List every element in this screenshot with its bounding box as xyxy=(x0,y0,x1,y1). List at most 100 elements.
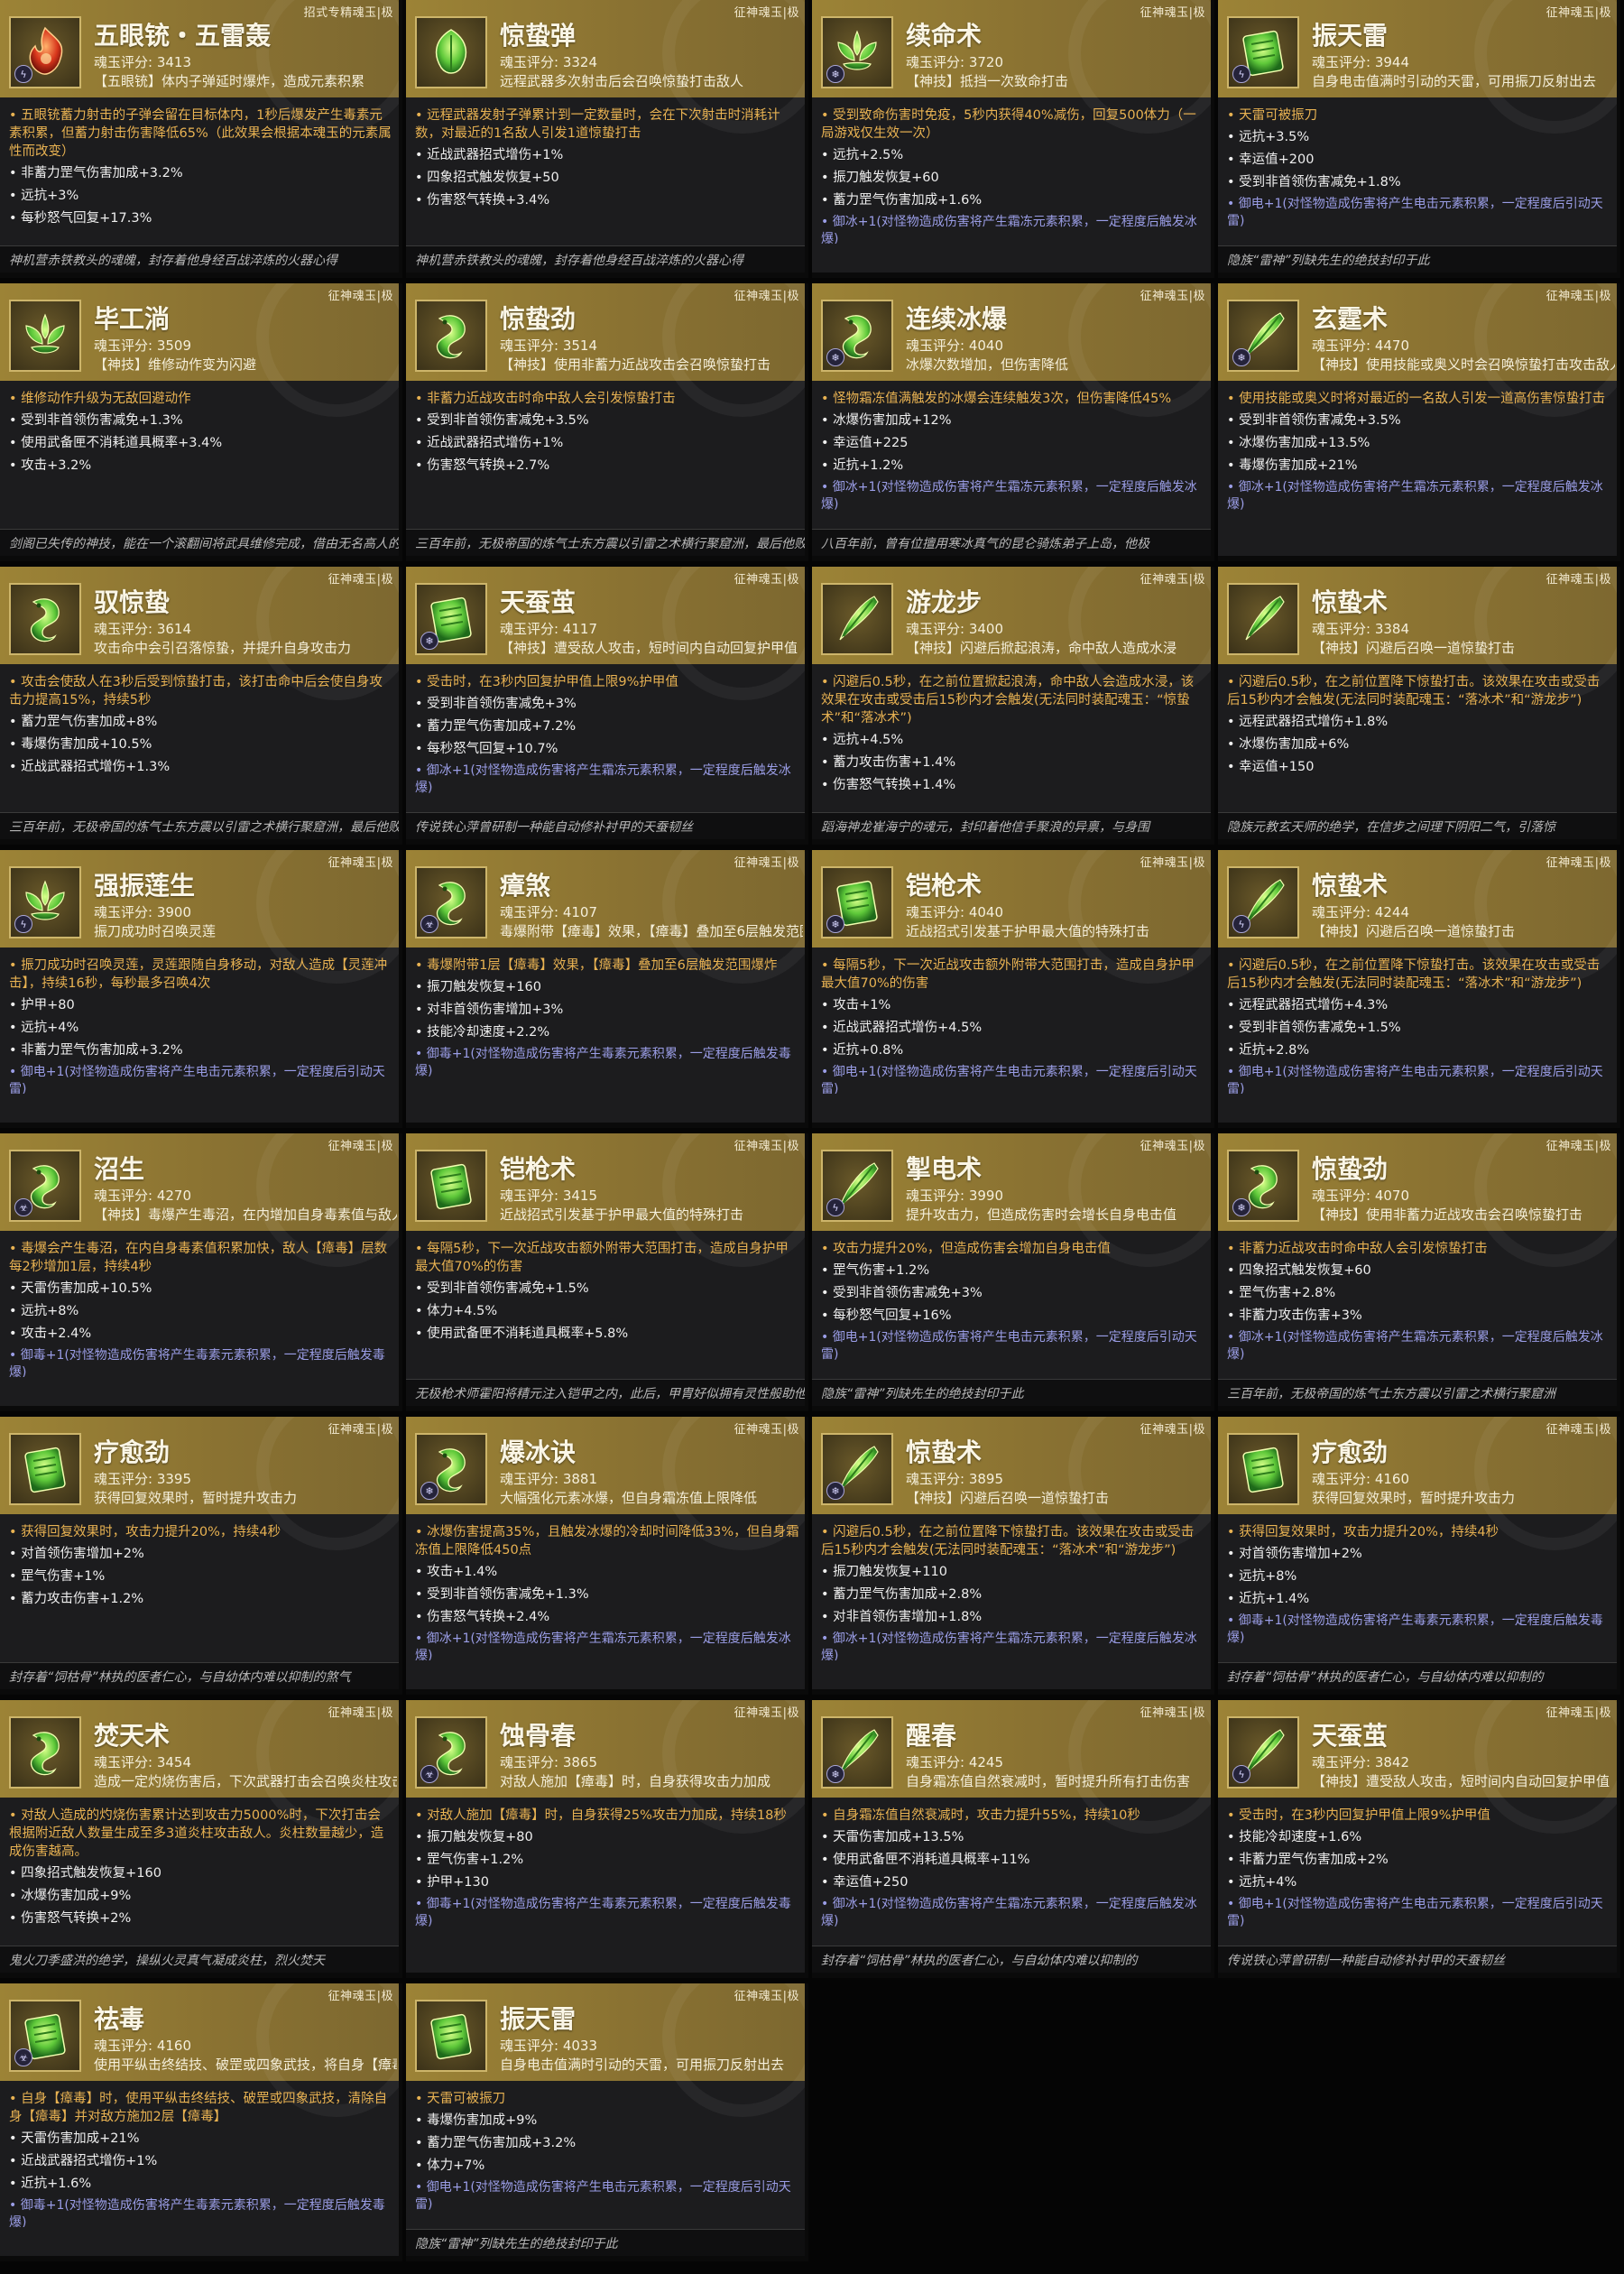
effect-text: • 毒爆会产生毒沼，在内自身毒素值积累加快，敌人【瘴毒】层数每2秒增加1层，持续… xyxy=(9,1242,388,1274)
stat-line: • 远程武器招式增伤+1.8% xyxy=(1227,715,1389,729)
card-body: • 自身【瘴毒】时，使用平纵击终结技、破罡或四象武技，清除自身【瘴毒】并对敌方施… xyxy=(9,2090,393,2227)
stat-line: • 近抗+1.4% xyxy=(1227,1592,1310,1606)
soul-jade-card[interactable]: 征神魂玉|极 ❄ 连续冰爆 魂玉评分: 4040 冰爆次数增加，但伤害降低 • … xyxy=(812,283,1214,561)
jade-ability: 【神技】遭受敌人攻击，短时间内自动回复护甲值 xyxy=(500,640,798,656)
effect-desc: 天雷可被振刀 xyxy=(1239,108,1318,123)
soul-jade-card[interactable]: 征神魂玉|极 ☣ 祛毒 魂玉评分: 4160 使用平纵击终结技、破罡或四象武技，… xyxy=(0,1983,402,2261)
soul-jade-card[interactable]: 征神魂玉|极 铠枪术 魂玉评分: 3415 近战招式引发基于护甲最大值的特殊打击… xyxy=(406,1133,808,1411)
effect-desc: 远程武器发射子弹累计到一定数量时，会在下次射击时消耗计数，对最近的1名敌人引发1… xyxy=(415,108,780,141)
grade-tag: 征神魂玉|极 xyxy=(734,1140,799,1153)
stat-line: • 毒爆伤害加成+21% xyxy=(1227,458,1358,473)
jade-name: 爆冰诀 xyxy=(500,1437,577,1467)
effect-text: • 天雷可被振刀 xyxy=(415,2092,506,2106)
lightning-element-icon: ϟ xyxy=(14,915,32,933)
soul-jade-card[interactable]: 征神魂玉|极 ❄ 天蚕茧 魂玉评分: 4117 【神技】遭受敌人攻击，短时间内自… xyxy=(406,567,808,845)
soul-jade-card[interactable]: 招式专精魂玉|极 ϟ 五眼铳・五雷轰 魂玉评分: 3413 【五眼铳】体内子弹延… xyxy=(0,0,402,278)
effect-text: • 冰爆伤害提高35%，且触发冰爆的冷却时间降低33%，但自身霜冻值上限降低45… xyxy=(415,1525,799,1558)
effect-text: • 远程武器发射子弹累计到一定数量时，会在下次射击时消耗计数，对最近的1名敌人引… xyxy=(415,108,780,141)
card-body: • 对敌人造成的灼烧伤害累计达到攻击力5000%时，下次打击会根据附近敌人数量生… xyxy=(9,1807,393,1944)
card-body: • 维修动作升级为无敌回避动作 • 受到非首领伤害减免+1.3% • 使用武备匣不… xyxy=(9,390,393,527)
flavor-text: 封存着“饲枯骨”林执的医者仁心，与自幼体内难以抑制的 xyxy=(1218,1662,1617,1689)
soul-jade-card[interactable]: 征神魂玉|极 ❄ 玄霆术 魂玉评分: 4470 【神技】使用技能或奥义时会召唤惊… xyxy=(1218,283,1620,561)
stat-line: • 蓄力攻击伤害+1.4% xyxy=(821,755,956,770)
soul-jade-card[interactable]: 征神魂玉|极 ❄ 爆冰诀 魂玉评分: 3881 大幅强化元素冰爆，但自身霜冻值上… xyxy=(406,1417,808,1695)
frost-element-icon: ❄ xyxy=(420,632,438,650)
green-dragon-jade-icon: ❄ xyxy=(1227,1150,1299,1222)
effect-desc: 对敌人造成的灼烧伤害累计达到攻击力5000%时，下次打击会根据附近敌人数量生成至… xyxy=(9,1808,384,1859)
effect-desc: 非蓄力近战攻击时命中敌人会引发惊蛰打击 xyxy=(1239,1242,1488,1256)
soul-jade-card[interactable]: 征神魂玉|极 游龙步 魂玉评分: 3400 【神技】闪避后掀起浪涛，命中敌人造成… xyxy=(812,567,1214,845)
flavor-text: 鬼火刀季盛洪的绝学，操纵火灵真气凝成炎柱，烈火焚天 xyxy=(0,1946,399,1973)
green-dragon-jade-icon xyxy=(9,583,81,655)
poison-element-icon: ☣ xyxy=(420,915,438,933)
soul-jade-card[interactable]: 征神魂玉|极 驭惊蛰 魂玉评分: 3614 攻击命中会引召落惊蛰，并提升自身攻击… xyxy=(0,567,402,845)
jade-name: 醒春 xyxy=(906,1721,957,1751)
effect-desc: 自身【瘴毒】时，使用平纵击终结技、破罡或四象武技，清除自身【瘴毒】并对敌方施加2… xyxy=(9,2092,388,2124)
element-bonus: • 御电+1(对怪物造成伤害将产生电击元素积累，一定程度后引动天雷) xyxy=(9,1065,385,1094)
effect-desc: 自身霜冻值自然衰减时，攻击力提升55%，持续10秒 xyxy=(833,1808,1140,1823)
card-body: • 获得回复效果时，攻击力提升20%，持续4秒 • 对首领伤害增加+2% • 罡气… xyxy=(9,1523,393,1660)
stat-line: • 技能冷却速度+2.2% xyxy=(415,1025,550,1040)
card-header: 征神魂玉|极 ϟ 惊蛰术 魂玉评分: 4244 【神技】闪避后召唤一道惊蛰打击 xyxy=(1218,850,1617,984)
soul-jade-card[interactable]: 征神魂玉|极 ☣ 瘴煞 魂玉评分: 4107 毒爆附带【瘴毒】效果，【瘴毒】叠加… xyxy=(406,850,808,1128)
soul-jade-card[interactable]: 征神魂玉|极 焚天术 魂玉评分: 3454 造成一定灼烧伤害后，下次武器打击会召… xyxy=(0,1700,402,1978)
jade-score: 魂玉评分: 4033 xyxy=(500,2038,597,2054)
soul-jade-card[interactable]: 征神魂玉|极 惊蛰弹 魂玉评分: 3324 远程武器多次射击后会召唤惊蛰打击敌人… xyxy=(406,0,808,278)
grade-tag: 征神魂玉|极 xyxy=(328,1990,393,2003)
frost-element-icon: ❄ xyxy=(420,1482,438,1500)
soul-jade-card[interactable]: 征神魂玉|极 ❄ 醒春 魂玉评分: 4245 自身霜冻值自然衰减时，暂时提升所有… xyxy=(812,1700,1214,1978)
stat-line: • 非蓄力罡气伤害加成+2% xyxy=(1227,1853,1389,1867)
soul-jade-card[interactable]: 征神魂玉|极 ❄ 铠枪术 魂玉评分: 4040 近战招式引发基于护甲最大值的特殊… xyxy=(812,850,1214,1128)
effect-text: • 每隔5秒，下一次近战攻击额外附带大范围打击，造成自身护甲最大值70%的伤害 xyxy=(821,958,1195,991)
jade-score: 魂玉评分: 3395 xyxy=(94,1471,191,1487)
soul-jade-card[interactable]: 征神魂玉|极 ❄ 惊蛰术 魂玉评分: 3895 【神技】闪避后召唤一道惊蛰打击 … xyxy=(812,1417,1214,1695)
soul-jade-card[interactable]: 征神魂玉|极 ϟ 振天雷 魂玉评分: 3944 自身电击值满时引动的天雷，可用振… xyxy=(1218,0,1620,278)
soul-jade-card[interactable]: 征神魂玉|极 惊蛰术 魂玉评分: 3384 【神技】闪避后召唤一道惊蛰打击 • … xyxy=(1218,567,1620,845)
soul-jade-card[interactable]: 征神魂玉|极 ϟ 惊蛰术 魂玉评分: 4244 【神技】闪避后召唤一道惊蛰打击 … xyxy=(1218,850,1620,1128)
jade-name: 五眼铳・五雷轰 xyxy=(94,21,272,51)
stat-line: • 近抗+1.6% xyxy=(9,2177,92,2191)
stat-line: • 远抗+3.5% xyxy=(1227,130,1310,144)
frost-element-icon: ❄ xyxy=(1232,1198,1250,1216)
stat-line: • 远抗+8% xyxy=(9,1304,79,1318)
jade-score: 魂玉评分: 3324 xyxy=(500,54,597,70)
soul-jade-card[interactable]: 征神魂玉|极 ☣ 蚀骨春 魂玉评分: 3865 对敌人施加【瘴毒】时，自身获得攻… xyxy=(406,1700,808,1978)
effect-text: • 闪避后0.5秒，在之前位置降下惊蛰打击。该效果在攻击或受击后15秒内才会触发… xyxy=(1227,958,1601,991)
stat-line: • 振刀触发恢复+160 xyxy=(415,980,541,994)
stat-line: • 幸运值+200 xyxy=(1227,153,1315,167)
grade-tag: 征神魂玉|极 xyxy=(328,290,393,303)
soul-jade-card[interactable]: 征神魂玉|极 振天雷 魂玉评分: 4033 自身电击值满时引动的天雷，可用振刀反… xyxy=(406,1983,808,2261)
soul-jade-card[interactable]: 征神魂玉|极 ϟ 强振莲生 魂玉评分: 3900 振刀成功时召唤灵莲 • 振刀成… xyxy=(0,850,402,1128)
jade-ability: 【神技】维修动作变为闪避 xyxy=(94,356,257,373)
stat-line: • 天雷伤害加成+10.5% xyxy=(9,1281,152,1296)
soul-jade-card[interactable]: 征神魂玉|极 ϟ 掣电术 魂玉评分: 3990 提升攻击力，但造成伤害时会增长自… xyxy=(812,1133,1214,1411)
jade-ability: 近战招式引发基于护甲最大值的特殊打击 xyxy=(906,923,1150,939)
grade-tag: 征神魂玉|极 xyxy=(1546,1706,1611,1720)
green-feather-jade-icon xyxy=(1227,583,1299,655)
jade-name: 祛毒 xyxy=(94,2004,145,2034)
soul-jade-card[interactable]: 征神魂玉|极 疗愈劲 魂玉评分: 3395 获得回复效果时，暂时提升攻击力 • … xyxy=(0,1417,402,1695)
jade-score: 魂玉评分: 4270 xyxy=(94,1188,191,1204)
poison-element-icon: ☣ xyxy=(420,1765,438,1783)
grade-tag: 征神魂玉|极 xyxy=(1140,1140,1205,1153)
green-dragon-jade-icon: ☣ xyxy=(9,1150,81,1222)
card-header: 征神魂玉|极 游龙步 魂玉评分: 3400 【神技】闪避后掀起浪涛，命中敌人造成… xyxy=(812,567,1211,700)
soul-jade-card[interactable]: 征神魂玉|极 ❄ 惊蛰劲 魂玉评分: 4070 【神技】使用非蓄力近战攻击会召唤… xyxy=(1218,1133,1620,1411)
green-dragon-jade-icon: ❄ xyxy=(415,1433,487,1505)
soul-jade-card[interactable]: 征神魂玉|极 毕工淌 魂玉评分: 3509 【神技】维修动作变为闪避 • 维修动… xyxy=(0,283,402,561)
card-body: • 受击时，在3秒内回复护甲值上限9%护甲值 • 受到非首领伤害减免+3% • 蓄… xyxy=(415,673,799,810)
grade-tag: 征神魂玉|极 xyxy=(328,573,393,587)
soul-jade-card[interactable]: 征神魂玉|极 ❄ 续命术 魂玉评分: 3720 【神技】抵挡一次致命打击 • 受… xyxy=(812,0,1214,278)
card-body: • 闪避后0.5秒，在之前位置降下惊蛰打击。该效果在攻击或受击后15秒内才会触发… xyxy=(821,1523,1205,1660)
jade-ability: 自身电击值满时引动的天雷，可用振刀反射出去 xyxy=(500,2057,785,2073)
soul-jade-card[interactable]: 征神魂玉|极 ϟ 天蚕茧 魂玉评分: 3842 【神技】遭受敌人攻击，短时间内自… xyxy=(1218,1700,1620,1978)
stat-line: • 护甲+130 xyxy=(415,1875,489,1890)
card-header: 征神魂玉|极 ❄ 连续冰爆 魂玉评分: 4040 冰爆次数增加，但伤害降低 xyxy=(812,283,1211,417)
stat-line: • 受到非首领伤害减免+3.5% xyxy=(415,413,589,428)
stat-line: • 冰爆伤害加成+6% xyxy=(1227,737,1350,752)
stat-line: • 护甲+80 xyxy=(9,998,75,1012)
jade-name: 振天雷 xyxy=(500,2004,577,2034)
soul-jade-card[interactable]: 征神魂玉|极 疗愈劲 魂玉评分: 4160 获得回复效果时，暂时提升攻击力 • … xyxy=(1218,1417,1620,1695)
soul-jade-card[interactable]: 征神魂玉|极 惊蛰劲 魂玉评分: 3514 【神技】使用非蓄力近战攻击会召唤惊蛰… xyxy=(406,283,808,561)
soul-jade-card[interactable]: 征神魂玉|极 ☣ 沼生 魂玉评分: 4270 【神技】毒爆产生毒沼，在内增加自身… xyxy=(0,1133,402,1411)
